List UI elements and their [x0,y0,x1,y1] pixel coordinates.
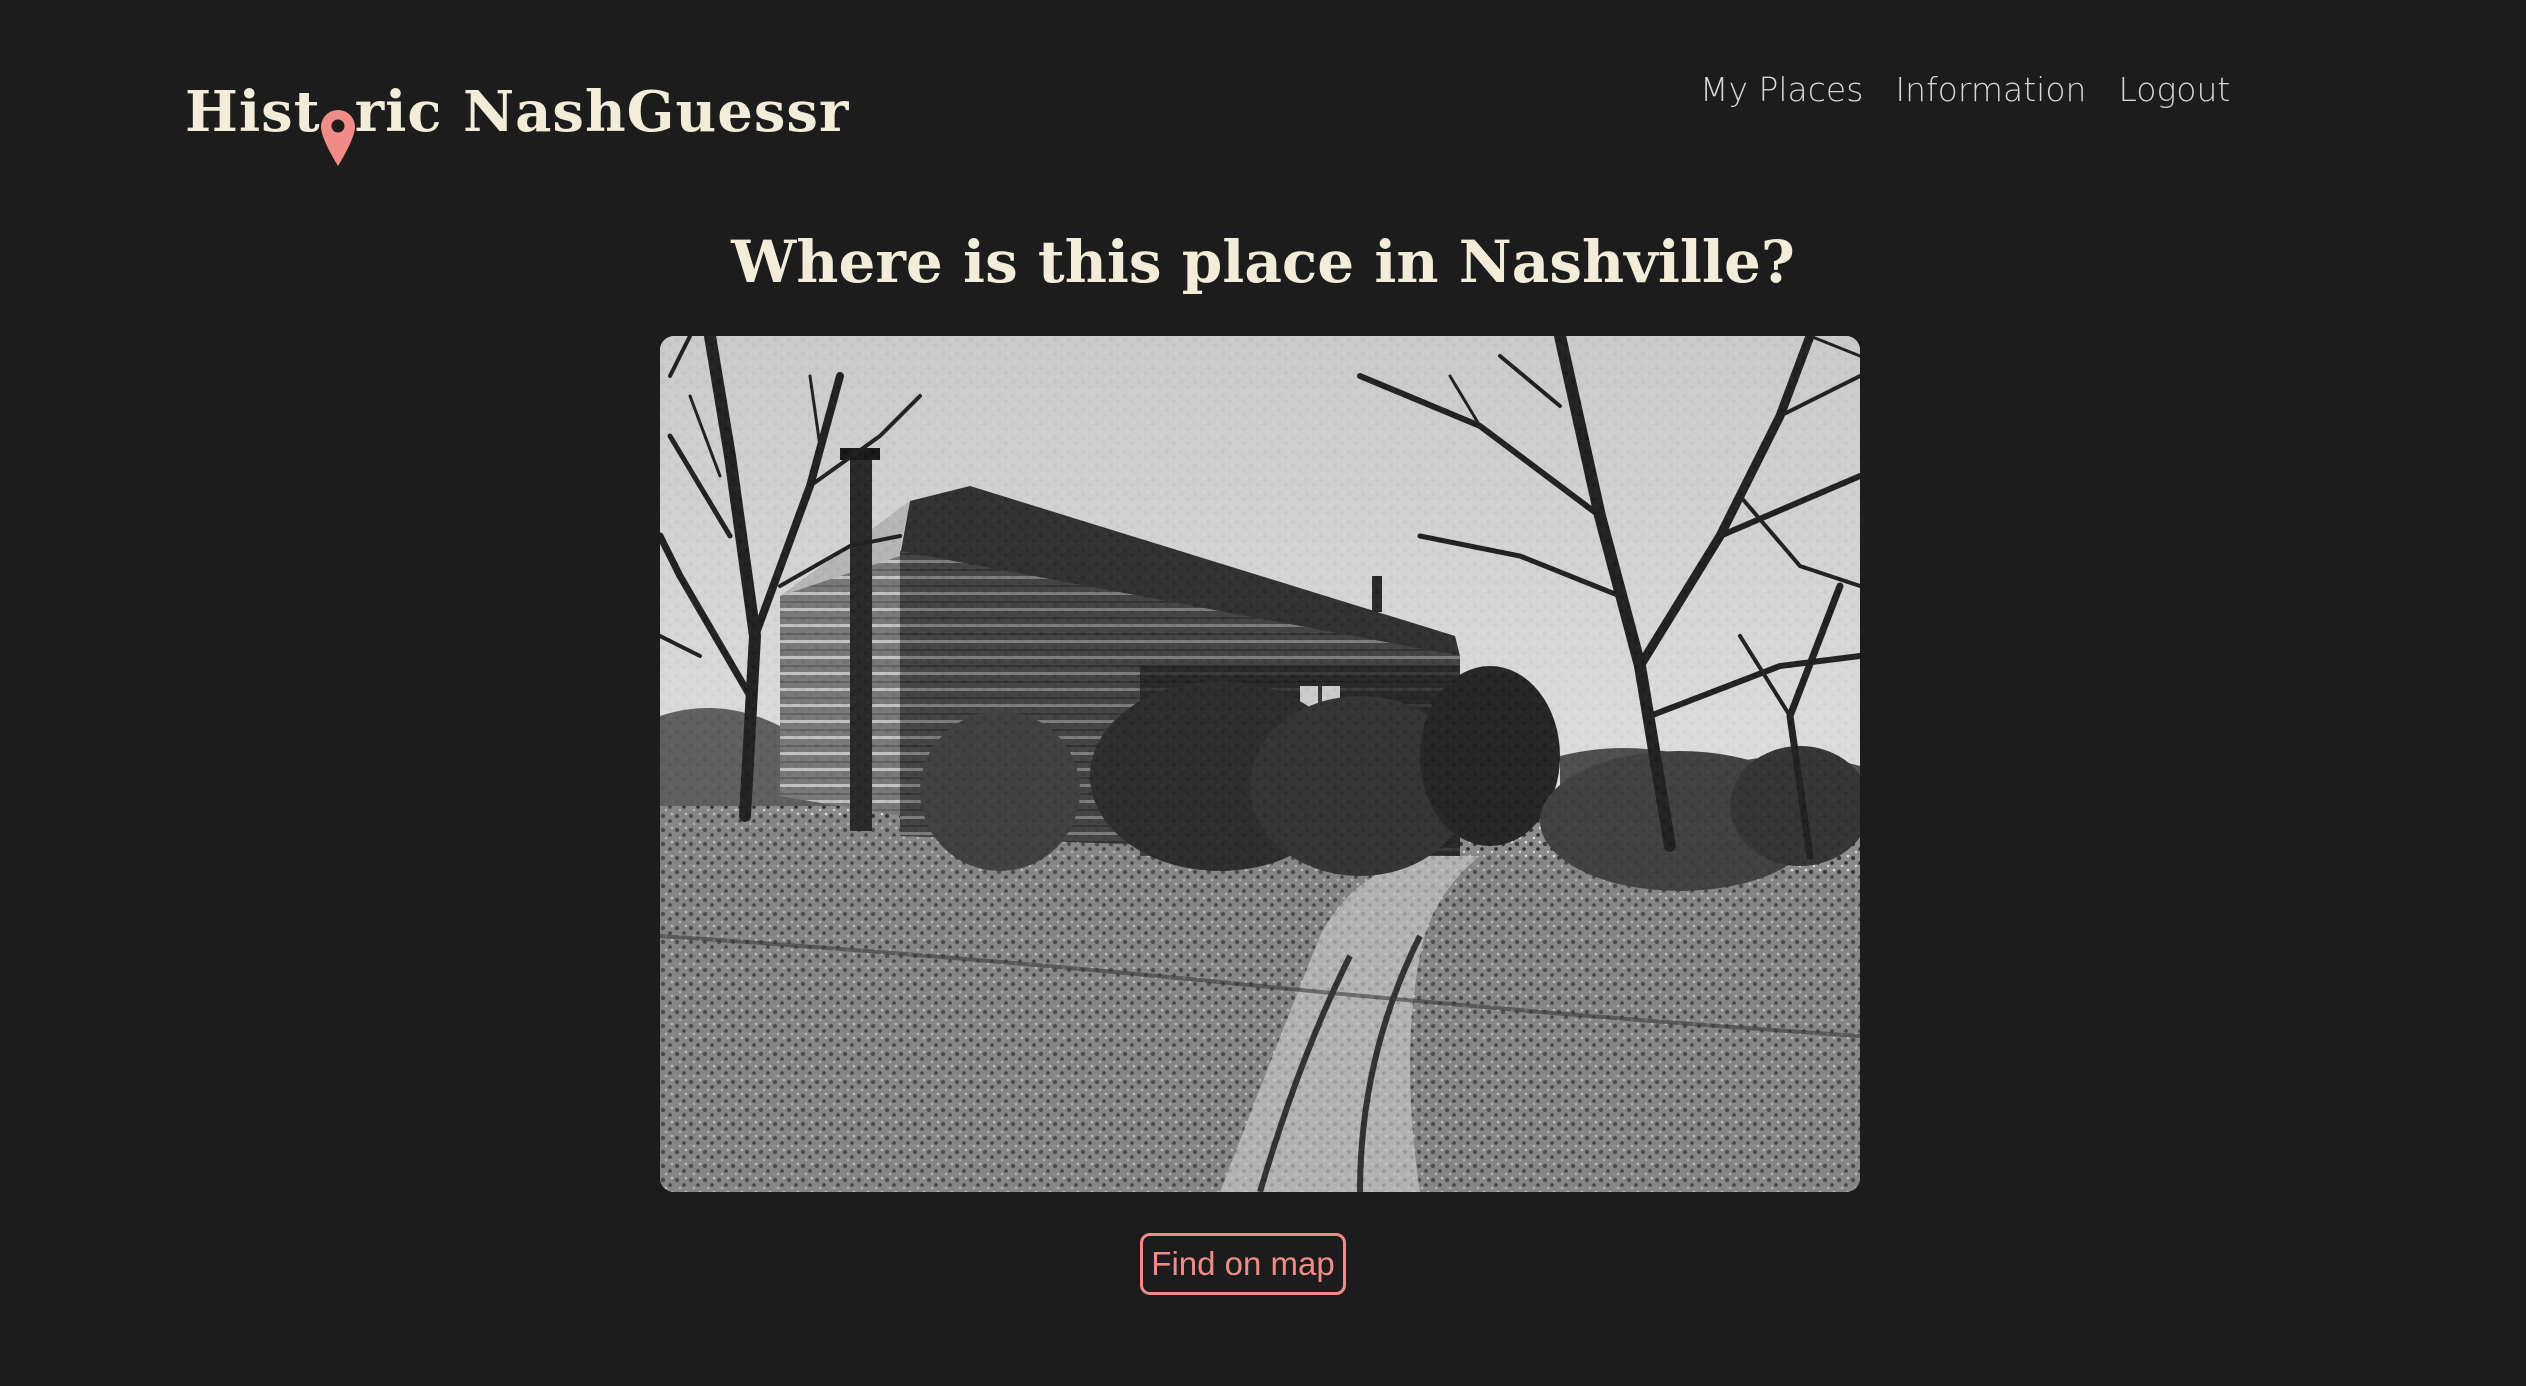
historic-photo [660,336,1860,1192]
nav-my-places[interactable]: My Places [1700,70,1863,109]
logo-text-start: Hist [185,79,321,145]
nav-information[interactable]: Information [1895,70,2086,109]
nav-logout[interactable]: Logout [2118,70,2230,109]
site-logo[interactable]: Hist ric NashGuessr [185,62,850,166]
logo-text-end: ric NashGuessr [354,79,850,145]
find-on-map-button[interactable]: Find on map [1140,1233,1346,1295]
main-nav: My Places Information Logout [1700,70,2230,109]
map-pin-icon [320,84,355,166]
page: Hist ric NashGuessr My Places Informatio… [0,0,2526,1386]
page-title: Where is this place in Nashville? [731,228,1795,296]
